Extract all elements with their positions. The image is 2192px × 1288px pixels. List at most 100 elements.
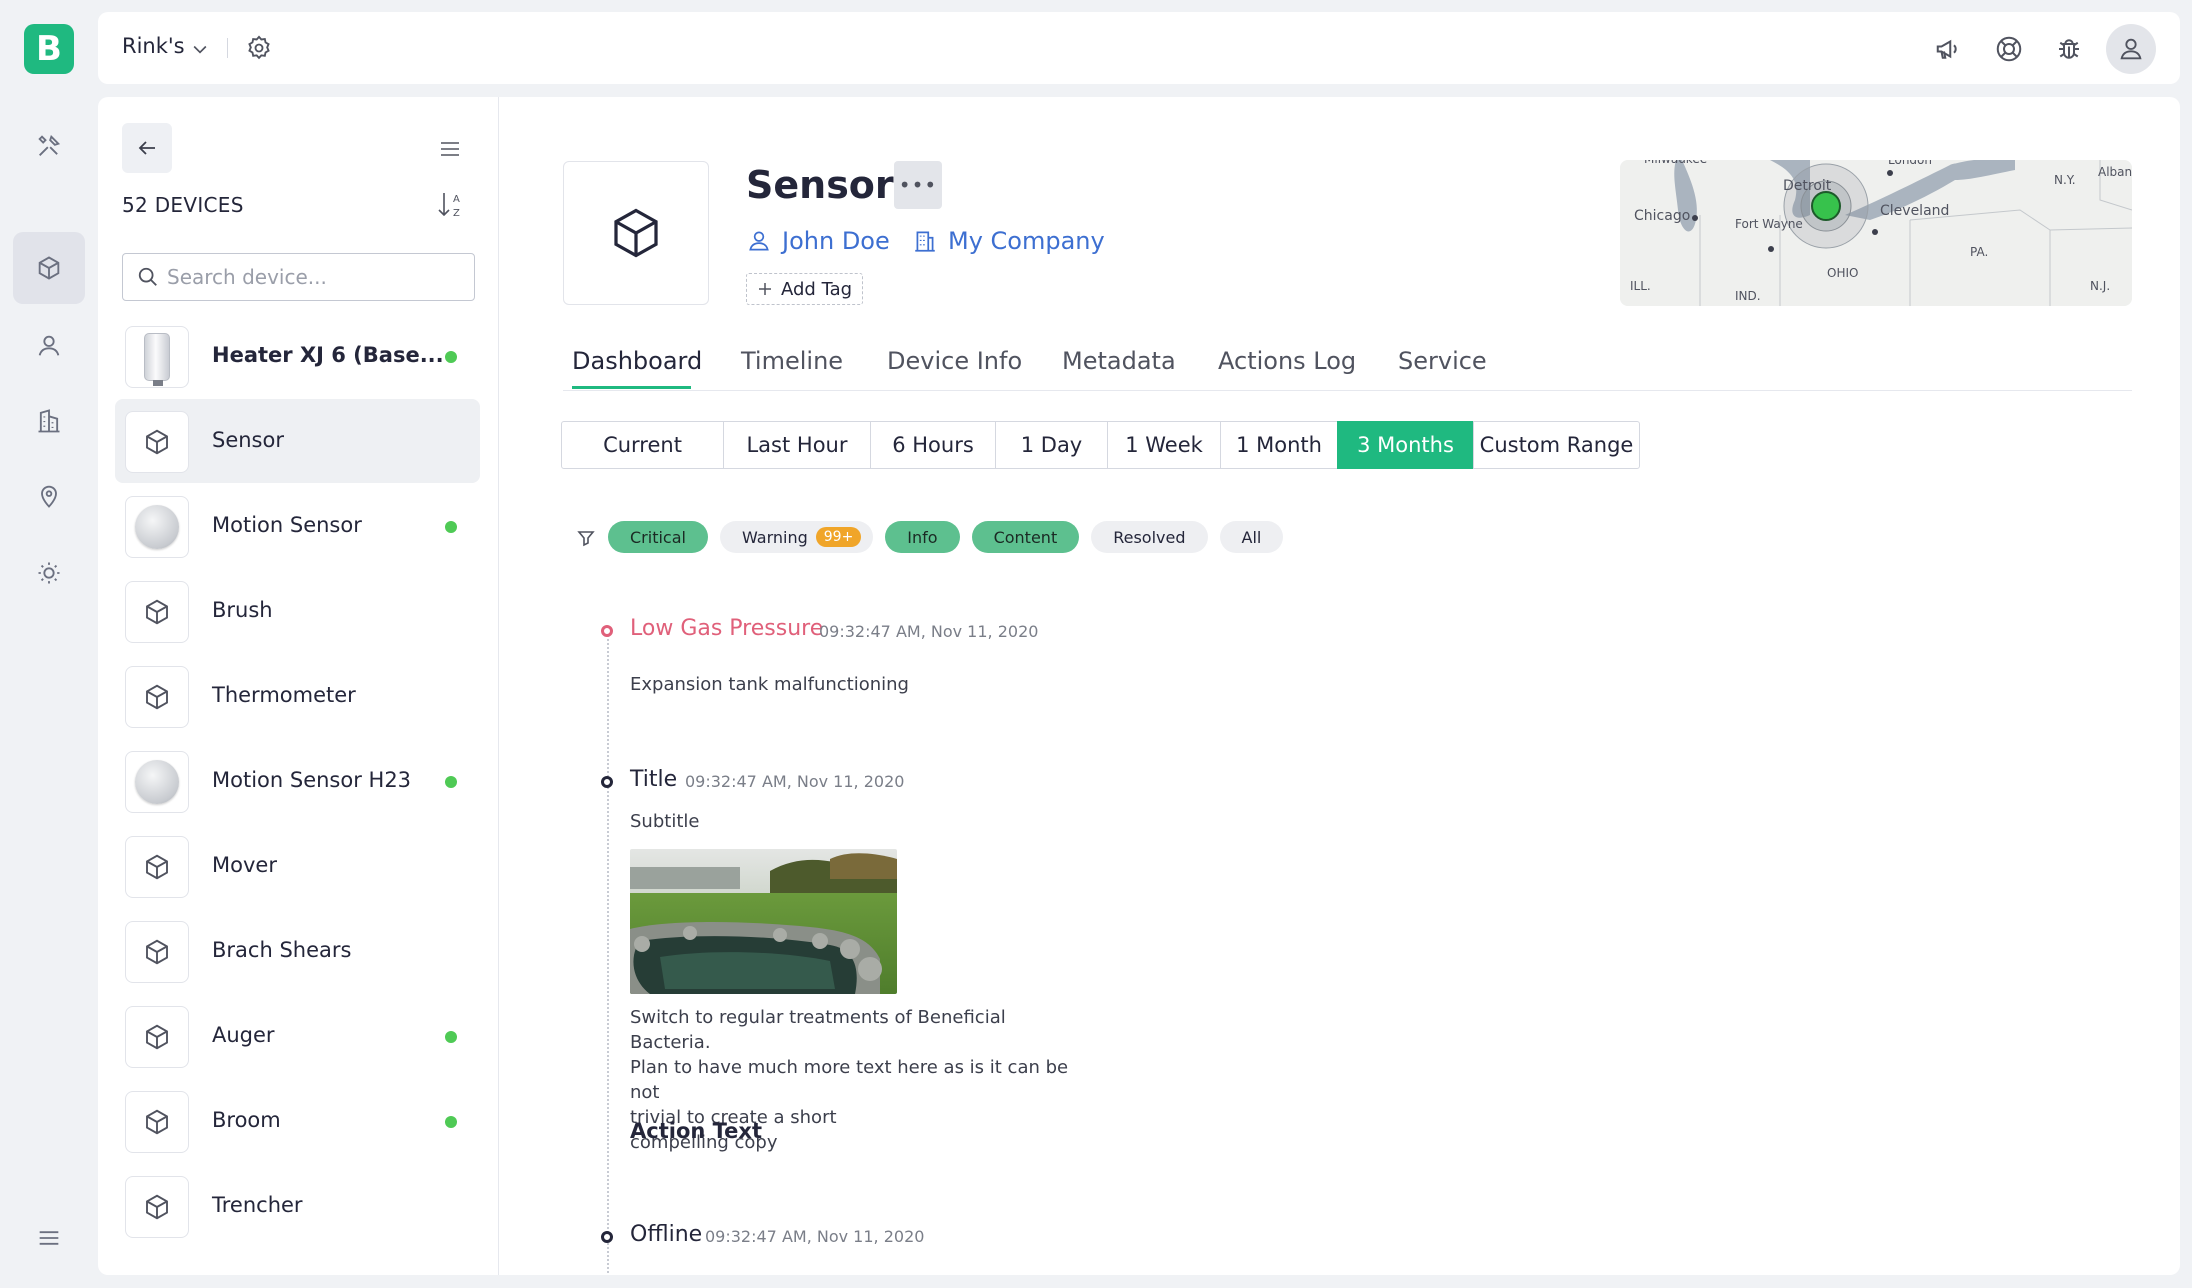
tab-actions-log[interactable]: Actions Log bbox=[1218, 347, 1356, 375]
range-button[interactable]: 1 Month bbox=[1220, 421, 1338, 469]
event-title[interactable]: Low Gas Pressure bbox=[630, 616, 823, 641]
range-button[interactable]: Custom Range bbox=[1473, 421, 1640, 469]
filter-chip-content[interactable]: Content bbox=[971, 521, 1080, 553]
chip-label: All bbox=[1241, 527, 1262, 547]
device-list-item[interactable]: Trencher bbox=[115, 1164, 480, 1248]
map-label-london: London bbox=[1888, 160, 1932, 167]
svg-text:A: A bbox=[453, 194, 460, 205]
filter-chip-resolved[interactable]: Resolved bbox=[1091, 521, 1208, 553]
cube-icon bbox=[146, 854, 168, 880]
add-tag-label: Add Tag bbox=[781, 278, 853, 300]
device-thumbnail bbox=[125, 411, 189, 473]
company-name: My Company bbox=[948, 227, 1105, 255]
filter-chip-all[interactable]: All bbox=[1219, 521, 1284, 553]
list-menu-icon[interactable] bbox=[438, 137, 462, 161]
cube-icon bbox=[146, 1024, 168, 1050]
users-icon[interactable] bbox=[13, 310, 85, 382]
cube-icon bbox=[614, 208, 658, 258]
device-list-item[interactable]: Broom bbox=[115, 1079, 480, 1163]
megaphone-icon[interactable] bbox=[1934, 34, 1964, 64]
time-range-selector: Current Last Hour 6 Hours 1 Day 1 Week 1 Mont… bbox=[561, 421, 1640, 469]
tab-dashboard[interactable]: Dashboard bbox=[572, 347, 702, 375]
user-icon bbox=[749, 231, 769, 251]
theme-icon[interactable] bbox=[13, 537, 85, 609]
tab-divider bbox=[563, 390, 2132, 391]
search-input[interactable] bbox=[167, 262, 457, 292]
range-button[interactable]: 3 Months bbox=[1337, 421, 1474, 469]
filter-chip-warning[interactable]: Warning 99+ bbox=[719, 521, 874, 553]
device-list-item[interactable]: Brach Shears bbox=[115, 909, 480, 993]
bug-icon[interactable] bbox=[2054, 34, 2084, 64]
event-photo[interactable] bbox=[630, 849, 897, 994]
device-name: Auger bbox=[212, 1023, 275, 1047]
event-time: 09:32:47 AM, Nov 11, 2020 bbox=[685, 772, 905, 791]
device-thumbnail bbox=[125, 666, 189, 728]
event-title[interactable]: Title bbox=[630, 767, 677, 792]
location-map[interactable]: Milwaukee London Detroit N.Y. Alban Chic… bbox=[1620, 160, 2132, 306]
chevron-down-icon[interactable] bbox=[190, 39, 210, 59]
event-action-link[interactable]: Action Text bbox=[630, 1119, 762, 1143]
app-logo[interactable]: B bbox=[24, 24, 74, 74]
map-label-ill: ILL. bbox=[1630, 279, 1651, 293]
cube-icon bbox=[146, 684, 168, 710]
tab-device-info[interactable]: Device Info bbox=[887, 347, 1022, 375]
event-time: 09:32:47 AM, Nov 11, 2020 bbox=[819, 622, 1039, 641]
device-name: Broom bbox=[212, 1108, 281, 1132]
device-list-item[interactable]: Sensor bbox=[115, 399, 480, 483]
device-name: Thermometer bbox=[212, 683, 356, 707]
tools-icon[interactable] bbox=[13, 110, 85, 182]
range-button[interactable]: Last Hour bbox=[723, 421, 871, 469]
device-thumbnail bbox=[125, 1006, 189, 1068]
tab-service[interactable]: Service bbox=[1398, 347, 1487, 375]
device-list-item[interactable]: Heater XJ 6 (Base... bbox=[115, 314, 480, 398]
online-status-dot bbox=[445, 776, 457, 788]
add-tag-button[interactable]: Add Tag bbox=[746, 273, 864, 305]
hamburger-menu-icon[interactable] bbox=[13, 1202, 85, 1274]
online-status-dot bbox=[445, 1116, 457, 1128]
device-list-item[interactable]: Mover bbox=[115, 824, 480, 908]
device-name: Trencher bbox=[212, 1193, 303, 1217]
motion-sensor-image bbox=[135, 505, 179, 549]
map-label-ohio: OHIO bbox=[1827, 266, 1858, 280]
cube-icon bbox=[146, 939, 168, 965]
location-icon[interactable] bbox=[13, 460, 85, 532]
cube-icon bbox=[146, 1194, 168, 1220]
tab-metadata[interactable]: Metadata bbox=[1062, 347, 1176, 375]
devices-icon[interactable] bbox=[13, 232, 85, 304]
filter-icon[interactable] bbox=[577, 529, 595, 547]
owner-link[interactable]: John Doe bbox=[746, 227, 890, 255]
device-detail: Sensor ••• John Doe My Company Add Tag L… bbox=[499, 97, 2180, 1275]
device-thumbnail bbox=[125, 836, 189, 898]
timeline-dot bbox=[601, 1231, 613, 1243]
device-list-item[interactable]: Auger bbox=[115, 994, 480, 1078]
map-label-cleveland: Cleveland bbox=[1880, 203, 1949, 219]
range-button[interactable]: 6 Hours bbox=[870, 421, 996, 469]
device-list-item[interactable]: Thermometer bbox=[115, 654, 480, 738]
filter-chip-info[interactable]: Info bbox=[885, 521, 960, 553]
range-button[interactable]: Current bbox=[561, 421, 724, 469]
avatar[interactable] bbox=[2106, 24, 2156, 74]
range-button[interactable]: 1 Day bbox=[995, 421, 1108, 469]
event-body-line: Plan to have much more text here as is i… bbox=[630, 1057, 1069, 1103]
lifebuoy-icon[interactable] bbox=[1994, 34, 2024, 64]
event-text: Expansion tank malfunctioning bbox=[630, 674, 909, 695]
buildings-icon[interactable] bbox=[13, 385, 85, 457]
top-header: Rink's bbox=[98, 12, 2180, 84]
company-link[interactable]: My Company bbox=[912, 227, 1105, 255]
sort-az-icon[interactable]: A Z bbox=[436, 189, 466, 221]
range-button[interactable]: 1 Week bbox=[1107, 421, 1221, 469]
device-list-item[interactable]: Motion Sensor bbox=[115, 484, 480, 568]
filter-chip-critical[interactable]: Critical bbox=[608, 521, 708, 553]
more-button[interactable]: ••• bbox=[894, 161, 942, 209]
event-title[interactable]: Offline bbox=[630, 1222, 702, 1247]
tab-timeline[interactable]: Timeline bbox=[741, 347, 843, 375]
gear-icon[interactable] bbox=[245, 34, 273, 62]
device-thumbnail bbox=[125, 496, 189, 558]
heater-image bbox=[144, 333, 170, 386]
org-name[interactable]: Rink's bbox=[122, 34, 185, 58]
device-name: Heater XJ 6 (Base... bbox=[212, 343, 444, 367]
search-icon bbox=[138, 267, 157, 286]
device-list-item[interactable]: Brush bbox=[115, 569, 480, 653]
device-list-item[interactable]: Motion Sensor H23 bbox=[115, 739, 480, 823]
back-button[interactable] bbox=[122, 123, 172, 173]
